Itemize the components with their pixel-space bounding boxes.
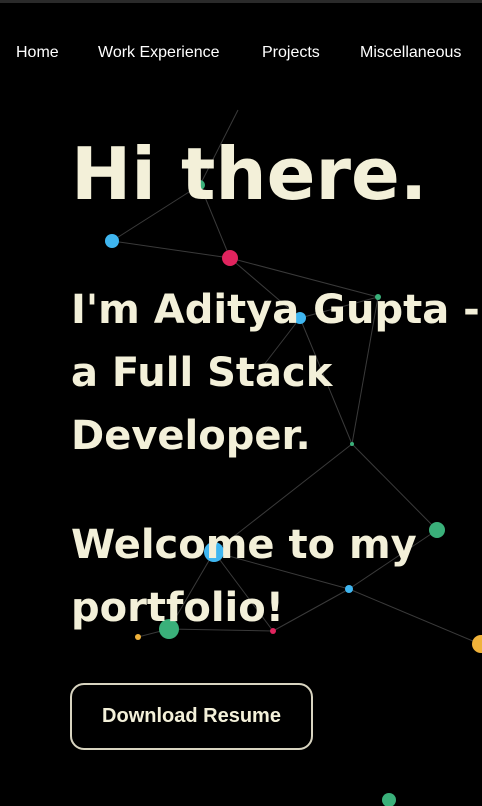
hero-welcome-line: Welcome to my bbox=[71, 522, 417, 568]
hero-intro-line: a Full Stack bbox=[71, 350, 333, 396]
nav-link-work-experience[interactable]: Work Experience bbox=[98, 44, 220, 62]
hero-intro-line: Developer. bbox=[71, 413, 311, 459]
hero-intro-line: I'm Aditya Gupta - bbox=[71, 287, 480, 333]
hero-welcome-line: portfolio! bbox=[71, 585, 284, 631]
network-link bbox=[111, 240, 231, 259]
network-particle bbox=[105, 234, 119, 248]
hero-title: Hi there. bbox=[71, 132, 428, 216]
hero-welcome: Welcome to my portfolio! bbox=[71, 514, 482, 640]
nav-link-projects[interactable]: Projects bbox=[262, 44, 320, 62]
network-particle bbox=[382, 793, 396, 806]
download-resume-button[interactable]: Download Resume bbox=[70, 683, 313, 750]
nav-link-home[interactable]: Home bbox=[16, 44, 59, 62]
network-particle bbox=[222, 250, 238, 266]
nav-link-miscellaneous[interactable]: Miscellaneous bbox=[360, 44, 461, 62]
hero-intro: I'm Aditya Gupta - a Full Stack Develope… bbox=[71, 279, 482, 468]
top-navigation: Home Work Experience Projects Miscellane… bbox=[0, 44, 482, 66]
